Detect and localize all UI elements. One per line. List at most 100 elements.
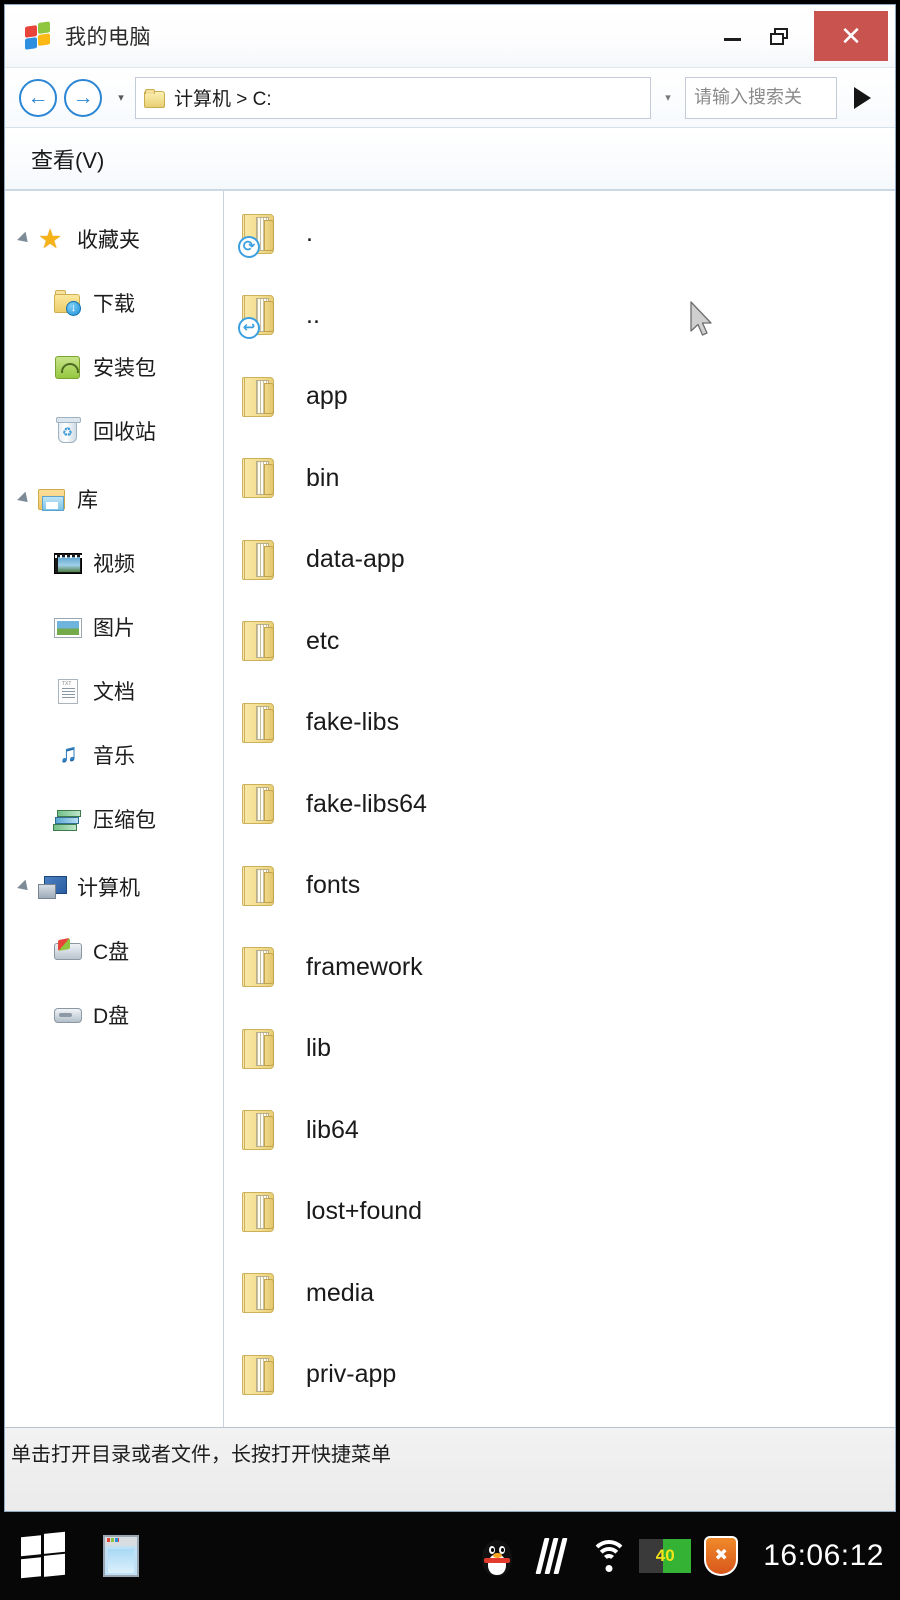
file-name: lib64 — [306, 1115, 359, 1144]
expander-icon[interactable] — [13, 879, 35, 895]
battery-icon[interactable]: 40 — [637, 1512, 693, 1600]
file-list-item[interactable]: fake-libs — [224, 682, 895, 764]
expander-icon[interactable] — [13, 231, 35, 247]
folder-icon — [238, 615, 284, 667]
back-button[interactable]: ← — [19, 78, 57, 117]
d-drive-icon — [51, 1000, 85, 1030]
file-list-item[interactable]: data-app — [224, 519, 895, 601]
sidebar-item-music[interactable]: 音乐 — [5, 723, 223, 787]
search-input[interactable] — [694, 87, 828, 108]
folder-icon — [238, 941, 284, 993]
file-list-item[interactable]: media — [224, 1253, 895, 1335]
folder-icon — [238, 860, 284, 912]
file-list-item[interactable]: fake-libs64 — [224, 764, 895, 846]
sidebar-label: D盘 — [93, 1005, 130, 1028]
computer-icon — [35, 872, 69, 902]
sidebar-item-archives[interactable]: 压缩包 — [5, 787, 223, 851]
file-name: etc — [306, 626, 340, 655]
status-text: 单击打开目录或者文件，长按打开快捷菜单 — [11, 1444, 391, 1466]
file-list-item[interactable]: framework — [224, 927, 895, 1009]
file-list: ⟳. ↩.. app bin data-app etc fake-libs fake-libs… — [224, 191, 895, 1427]
file-list-item[interactable]: lost+found — [224, 1171, 895, 1253]
restore-icon — [770, 27, 790, 46]
folder-icon: ⟳ — [238, 208, 284, 260]
download-folder-icon — [51, 288, 85, 318]
sidebar-label: 图片 — [93, 617, 135, 640]
navigation-sidebar: 收藏夹 下载 安装包 回收站 — [5, 191, 224, 1427]
file-list-item[interactable]: fonts — [224, 845, 895, 927]
folder-icon — [144, 88, 166, 108]
maximize-restore-button[interactable] — [756, 5, 804, 68]
path-dropdown-icon[interactable]: ▾ — [651, 91, 685, 104]
file-name: lost+found — [306, 1197, 423, 1226]
sidebar-item-downloads[interactable]: 下载 — [5, 271, 223, 335]
file-list-item[interactable]: ⟳. — [224, 193, 895, 275]
file-list-item[interactable]: lib — [224, 1008, 895, 1090]
folder-icon — [238, 1104, 284, 1156]
folder-icon: ↩ — [238, 289, 284, 341]
folder-icon — [238, 697, 284, 749]
sidebar-label: 压缩包 — [93, 809, 156, 832]
library-folder-icon — [35, 484, 69, 514]
menu-item-view[interactable]: 查看(V) — [25, 139, 110, 179]
minimize-icon — [723, 38, 741, 41]
file-list-item[interactable]: app — [224, 356, 895, 438]
sidebar-label: 下载 — [93, 293, 135, 316]
sidebar-item-favorites[interactable]: 收藏夹 — [5, 207, 223, 271]
address-path-box[interactable]: 计算机 > C: — [135, 76, 651, 119]
window-controls: ✕ — [708, 5, 895, 68]
document-icon — [51, 676, 85, 706]
explorer-window: 我的电脑 ✕ ← → ▾ 计算机 > C: ▾ 请输入搜索关 查看(V) 收藏夹… — [4, 4, 896, 1512]
explorer-window-icon[interactable] — [86, 1512, 156, 1600]
sidebar-label: 安装包 — [93, 357, 156, 380]
device-signal-icon[interactable] — [525, 1512, 581, 1600]
folder-icon — [238, 534, 284, 586]
history-dropdown-icon[interactable]: ▾ — [111, 91, 131, 104]
forward-button[interactable]: → — [64, 78, 102, 117]
sidebar-item-recycle-bin[interactable]: 回收站 — [5, 399, 223, 463]
picture-icon — [51, 612, 85, 642]
archive-icon — [51, 804, 85, 834]
desktop: 我的电脑 ✕ ← → ▾ 计算机 > C: ▾ 请输入搜索关 查看(V) 收藏夹… — [0, 0, 900, 1600]
sidebar-item-documents[interactable]: 文档 — [5, 659, 223, 723]
sidebar-item-d-drive[interactable]: D盘 — [5, 983, 223, 1047]
sidebar-label: 音乐 — [93, 745, 135, 768]
wifi-icon[interactable] — [581, 1512, 637, 1600]
windows-flag-icon — [23, 21, 53, 51]
folder-icon — [238, 1186, 284, 1238]
sidebar-item-c-drive[interactable]: C盘 — [5, 919, 223, 983]
sidebar-label: 库 — [77, 489, 98, 512]
sidebar-item-videos[interactable]: 视频 — [5, 531, 223, 595]
expander-icon[interactable] — [13, 491, 35, 507]
file-name: app — [306, 382, 348, 411]
folder-icon — [238, 1349, 284, 1401]
security-shield-icon[interactable] — [693, 1512, 749, 1600]
file-list-item[interactable]: bin — [224, 438, 895, 520]
breadcrumb: 计算机 > C: — [174, 89, 272, 110]
folder-icon — [238, 1023, 284, 1075]
file-name: lib — [306, 1034, 332, 1063]
minimize-button[interactable] — [708, 5, 756, 68]
close-button[interactable]: ✕ — [814, 11, 888, 61]
file-name: fonts — [306, 871, 361, 900]
sidebar-item-apk-packages[interactable]: 安装包 — [5, 335, 223, 399]
sidebar-item-computer[interactable]: 计算机 — [5, 855, 223, 919]
apk-package-icon — [51, 352, 85, 382]
qq-icon[interactable] — [469, 1512, 525, 1600]
taskbar-clock[interactable]: 16:06:12 — [763, 1539, 884, 1573]
file-list-item[interactable]: etc — [224, 601, 895, 683]
folder-icon — [238, 371, 284, 423]
sidebar-group-computer: 计算机 C盘 D盘 — [5, 855, 223, 1047]
file-list-item[interactable]: priv-app — [224, 1334, 895, 1416]
file-list-item[interactable]: ↩.. — [224, 275, 895, 357]
c-drive-icon — [51, 936, 85, 966]
file-name: media — [306, 1278, 375, 1307]
file-name: data-app — [306, 545, 405, 574]
search-go-button[interactable] — [837, 77, 887, 119]
file-name: fake-libs64 — [306, 789, 427, 818]
file-list-item[interactable]: lib64 — [224, 1090, 895, 1172]
windows-start-icon[interactable] — [0, 1512, 86, 1600]
sidebar-item-libraries[interactable]: 库 — [5, 467, 223, 531]
search-box[interactable] — [685, 76, 837, 119]
sidebar-item-pictures[interactable]: 图片 — [5, 595, 223, 659]
